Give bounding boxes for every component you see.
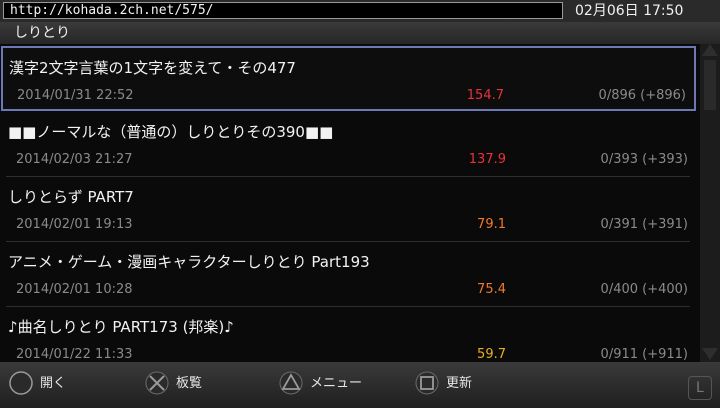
thread-speed: 154.7: [466, 88, 504, 103]
thread-date: 2014/02/03 21:27: [16, 152, 133, 167]
thread-count: 0/896 (+896): [598, 88, 686, 103]
l-button-icon[interactable]: L: [688, 376, 712, 400]
thread-title: アニメ・ゲーム・漫画キャラクターしりとり Part193: [8, 253, 370, 271]
thread-count: 0/911 (+911): [600, 347, 688, 362]
board-title: しりとり: [14, 25, 70, 41]
board-header: しりとり: [0, 22, 720, 44]
clock: 02月06日 17:50: [575, 3, 684, 19]
cross-button-icon: [145, 371, 169, 395]
thread-list: 漢字2文字言葉の1文字を変えて・その477 2014/01/31 22:52 1…: [0, 44, 700, 362]
thread-row[interactable]: 漢字2文字言葉の1文字を変えて・その477 2014/01/31 22:52 1…: [1, 46, 696, 111]
thread-date: 2014/01/22 11:33: [16, 347, 133, 362]
thread-row[interactable]: しりとらず PART7 2014/02/01 19:13 79.1 0/391 …: [6, 177, 696, 242]
scroll-down-icon[interactable]: [702, 348, 718, 360]
thread-date: 2014/02/01 10:28: [16, 282, 133, 297]
refresh-label: 更新: [446, 376, 473, 391]
l-button-label: L: [696, 380, 704, 396]
open-label: 開く: [40, 376, 67, 391]
scrollbar[interactable]: [700, 44, 720, 362]
boards-label: 板覧: [176, 376, 203, 391]
square-button-icon: [415, 371, 439, 395]
top-bar: http://kohada.2ch.net/575/ 02月06日 17:50: [0, 0, 720, 22]
circle-button-icon: [9, 371, 33, 395]
thread-speed: 137.9: [468, 152, 506, 167]
thread-count: 0/391 (+391): [600, 217, 688, 232]
thread-title: 漢字2文字言葉の1文字を変えて・その477: [9, 59, 296, 77]
scroll-thumb[interactable]: [704, 60, 716, 110]
thread-row[interactable]: ■■ノーマルな（普通の）しりとりその390■■ 2014/02/03 21:27…: [6, 112, 696, 177]
url-field[interactable]: http://kohada.2ch.net/575/: [3, 2, 563, 19]
thread-title: しりとらず PART7: [8, 188, 134, 206]
thread-row[interactable]: ♪曲名しりとり PART173 (邦楽)♪ 2014/01/22 11:33 5…: [6, 307, 696, 362]
thread-count: 0/393 (+393): [600, 152, 688, 167]
action-bar: 開く 板覧 メニュー 更新 L: [0, 362, 720, 408]
thread-title: ♪曲名しりとり PART173 (邦楽)♪: [8, 318, 234, 336]
thread-speed: 59.7: [477, 347, 506, 362]
thread-title: ■■ノーマルな（普通の）しりとりその390■■: [8, 123, 334, 141]
thread-date: 2014/01/31 22:52: [17, 88, 134, 103]
scroll-up-icon[interactable]: [702, 44, 718, 56]
thread-count: 0/400 (+400): [600, 282, 688, 297]
thread-speed: 79.1: [477, 217, 506, 232]
menu-label: メニュー: [310, 376, 363, 391]
thread-row[interactable]: アニメ・ゲーム・漫画キャラクターしりとり Part193 2014/02/01 …: [6, 242, 696, 307]
thread-speed: 75.4: [477, 282, 506, 297]
triangle-button-icon: [279, 371, 303, 395]
thread-date: 2014/02/01 19:13: [16, 217, 133, 232]
